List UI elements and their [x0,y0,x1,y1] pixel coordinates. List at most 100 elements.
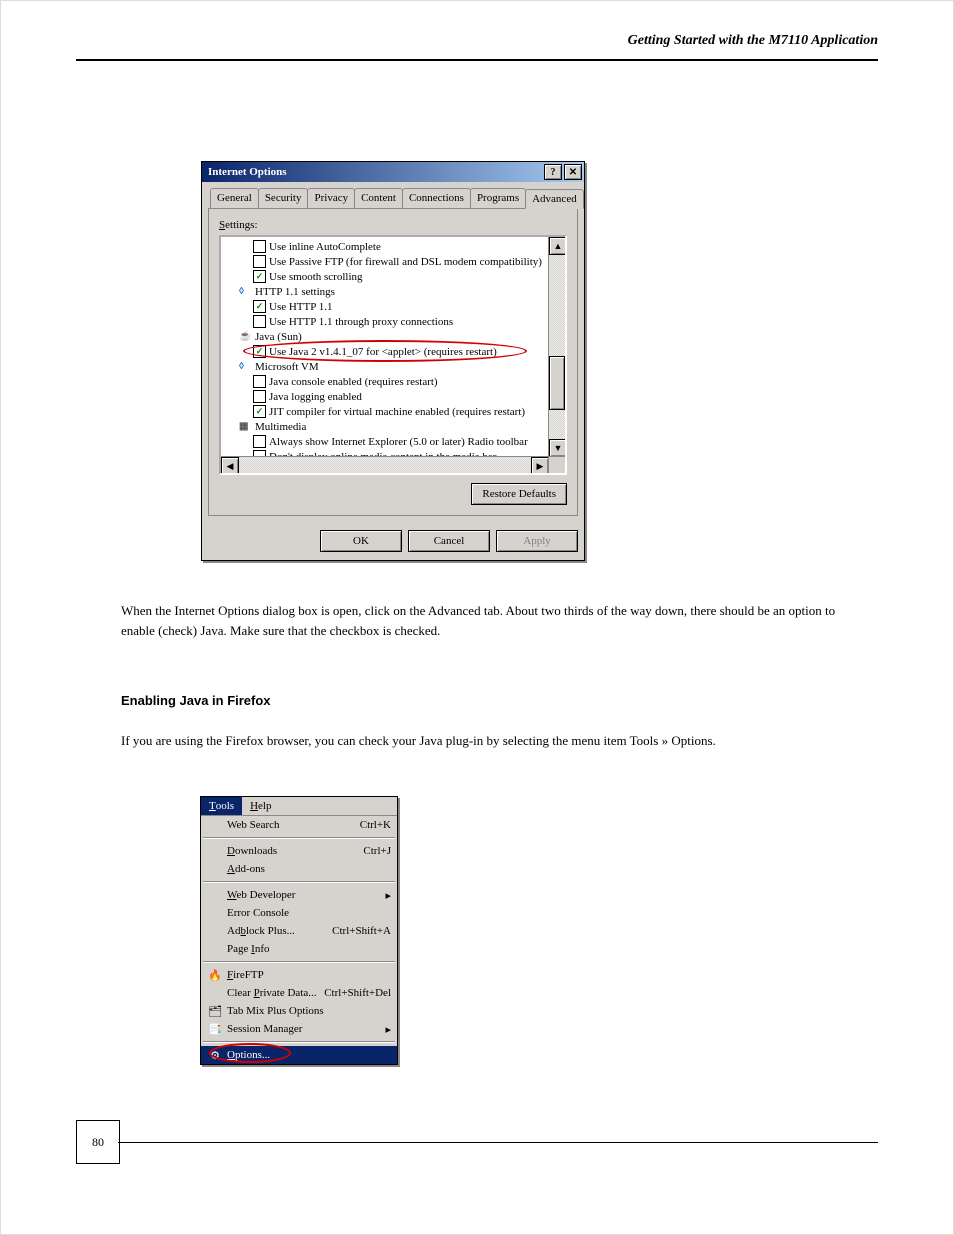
tab-content[interactable]: Content [354,188,403,208]
menu-item-label: Options... [227,1049,391,1061]
setting-item[interactable]: Always show Internet Explorer (5.0 or la… [225,434,549,449]
menu-item-label: Error Console [227,907,391,919]
win-icon: ◊ [239,361,253,373]
item-label: Java logging enabled [269,391,362,403]
scroll-right-icon[interactable]: ▶ [531,457,549,475]
section-heading: Enabling Java in Firefox [121,691,863,711]
checkbox-icon[interactable]: ✓ [253,405,266,418]
menu-item-label: Downloads [227,845,363,857]
category-multimedia: ▦Multimedia [225,419,549,434]
advanced-tab-panel: Settings: Use inline AutoCompleteUse Pas… [208,208,578,516]
menu-shortcut: Ctrl+K [360,819,391,831]
category-http-1-1-settings: ◊HTTP 1.1 settings [225,284,549,299]
menu-separator [203,881,395,883]
checkbox-icon[interactable] [253,255,266,268]
setting-item[interactable]: ✓Use HTTP 1.1 [225,299,549,314]
menu-item-icon: 📑 [207,1023,223,1036]
menu-item-session-manager[interactable]: 📑Session Manager▸ [201,1020,397,1038]
help-button[interactable]: ? [544,164,562,180]
restore-defaults-button[interactable]: Restore Defaults [471,483,567,505]
menu-shortcut: Ctrl+Shift+A [332,925,391,937]
menu-item-label: FireFTP [227,969,391,981]
checkbox-icon[interactable]: ✓ [253,345,266,358]
menu-dropdown: Web SearchCtrl+K DownloadsCtrl+J Add-ons We… [201,815,397,1064]
menubar-help[interactable]: Help [242,797,279,815]
menu-separator [203,961,395,963]
checkbox-icon[interactable] [253,375,266,388]
item-label: Use HTTP 1.1 through proxy connections [269,316,453,328]
tab-connections[interactable]: Connections [402,188,471,208]
ok-button[interactable]: OK [320,530,402,552]
menu-separator [203,837,395,839]
setting-item[interactable]: Use HTTP 1.1 through proxy connections [225,314,549,329]
menu-item-downloads[interactable]: DownloadsCtrl+J [201,842,397,860]
menubar-tools[interactable]: Tools [201,797,242,815]
menu-item-adblock-plus[interactable]: Adblock Plus...Ctrl+Shift+A [201,922,397,940]
tools-menu: ToolsHelp Web SearchCtrl+KDownloadsCtrl+… [200,796,398,1065]
scroll-corner [548,456,565,473]
item-label: Always show Internet Explorer (5.0 or la… [269,436,528,448]
doc-paragraph-1: When the Internet Options dialog box is … [121,601,863,640]
settings-listbox[interactable]: Use inline AutoCompleteUse Passive FTP (… [219,235,567,475]
setting-item[interactable]: Java console enabled (requires restart) [225,374,549,389]
setting-item[interactable]: ✓Use Java 2 v1.4.1_07 for <applet> (requ… [225,344,549,359]
menu-item-icon: 🗂 [207,1005,223,1018]
setting-item[interactable]: ✓Use smooth scrolling [225,269,549,284]
footer-rule [118,1142,878,1143]
setting-item[interactable]: Use inline AutoComplete [225,239,549,254]
vertical-scrollbar[interactable]: ▲ ▼ [548,237,565,457]
menu-item-error-console[interactable]: Error Console [201,904,397,922]
scroll-up-icon[interactable]: ▲ [549,237,567,255]
menu-item-label: Page Info [227,943,391,955]
scroll-left-icon[interactable]: ◀ [221,457,239,475]
submenu-arrow-icon: ▸ [381,889,391,902]
menu-item-label: Tab Mix Plus Options [227,1005,391,1017]
tab-advanced[interactable]: Advanced [525,189,584,209]
checkbox-icon[interactable]: ✓ [253,300,266,313]
menu-item-label: Add-ons [227,863,391,875]
category-microsoft-vm: ◊Microsoft VM [225,359,549,374]
checkbox-icon[interactable] [253,435,266,448]
menu-item-options[interactable]: ⚙ Options... [201,1046,397,1064]
menu-separator [203,1041,395,1043]
dialog-tabs: GeneralSecurityPrivacyContentConnections… [202,182,584,208]
tab-general[interactable]: General [210,188,259,208]
doc-paragraph-2: If you are using the Firefox browser, yo… [121,731,863,751]
tab-programs[interactable]: Programs [470,188,526,208]
menu-bar: ToolsHelp [201,797,397,815]
menu-item-label: Web Developer [227,889,381,901]
checkbox-icon[interactable]: ✓ [253,270,266,283]
checkbox-icon[interactable] [253,240,266,253]
submenu-arrow-icon: ▸ [381,1023,391,1036]
internet-options-dialog: Internet Options ? ✕ GeneralSecurityPriv… [201,161,585,561]
item-label: Multimedia [255,421,306,433]
menu-item-web-developer[interactable]: Web Developer▸ [201,886,397,904]
menu-item-icon: ⚙ [207,1049,223,1062]
menu-item-fireftp[interactable]: 🔥FireFTP [201,966,397,984]
apply-button[interactable]: Apply [496,530,578,552]
menu-item-tab-mix-plus-options[interactable]: 🗂 Tab Mix Plus Options [201,1002,397,1020]
setting-item[interactable]: Java logging enabled [225,389,549,404]
page-header-title: Getting Started with the M7110 Applicati… [76,33,878,49]
tab-security[interactable]: Security [258,188,309,208]
category-java-sun-: ☕Java (Sun) [225,329,549,344]
checkbox-icon[interactable] [253,390,266,403]
cancel-button[interactable]: Cancel [408,530,490,552]
setting-item[interactable]: ✓JIT compiler for virtual machine enable… [225,404,549,419]
menu-item-add-ons[interactable]: Add-ons [201,860,397,878]
dialog-title: Internet Options [208,166,287,178]
menu-item-page-info[interactable]: Page Info [201,940,397,958]
setting-item[interactable]: Use Passive FTP (for firewall and DSL mo… [225,254,549,269]
menu-item-label: Clear Private Data... [227,987,324,999]
menu-shortcut: Ctrl+J [363,845,391,857]
tab-privacy[interactable]: Privacy [307,188,355,208]
checkbox-icon[interactable] [253,315,266,328]
dialog-titlebar: Internet Options ? ✕ [202,162,584,182]
menu-item-web-search[interactable]: Web SearchCtrl+K [201,816,397,834]
horizontal-scrollbar[interactable]: ◀ ▶ [221,456,549,473]
item-label: Use Java 2 v1.4.1_07 for <applet> (requi… [269,346,497,358]
scroll-down-icon[interactable]: ▼ [549,439,567,457]
menu-item-clear-private-data[interactable]: Clear Private Data...Ctrl+Shift+Del [201,984,397,1002]
close-button[interactable]: ✕ [564,164,582,180]
menu-item-label: Adblock Plus... [227,925,332,937]
